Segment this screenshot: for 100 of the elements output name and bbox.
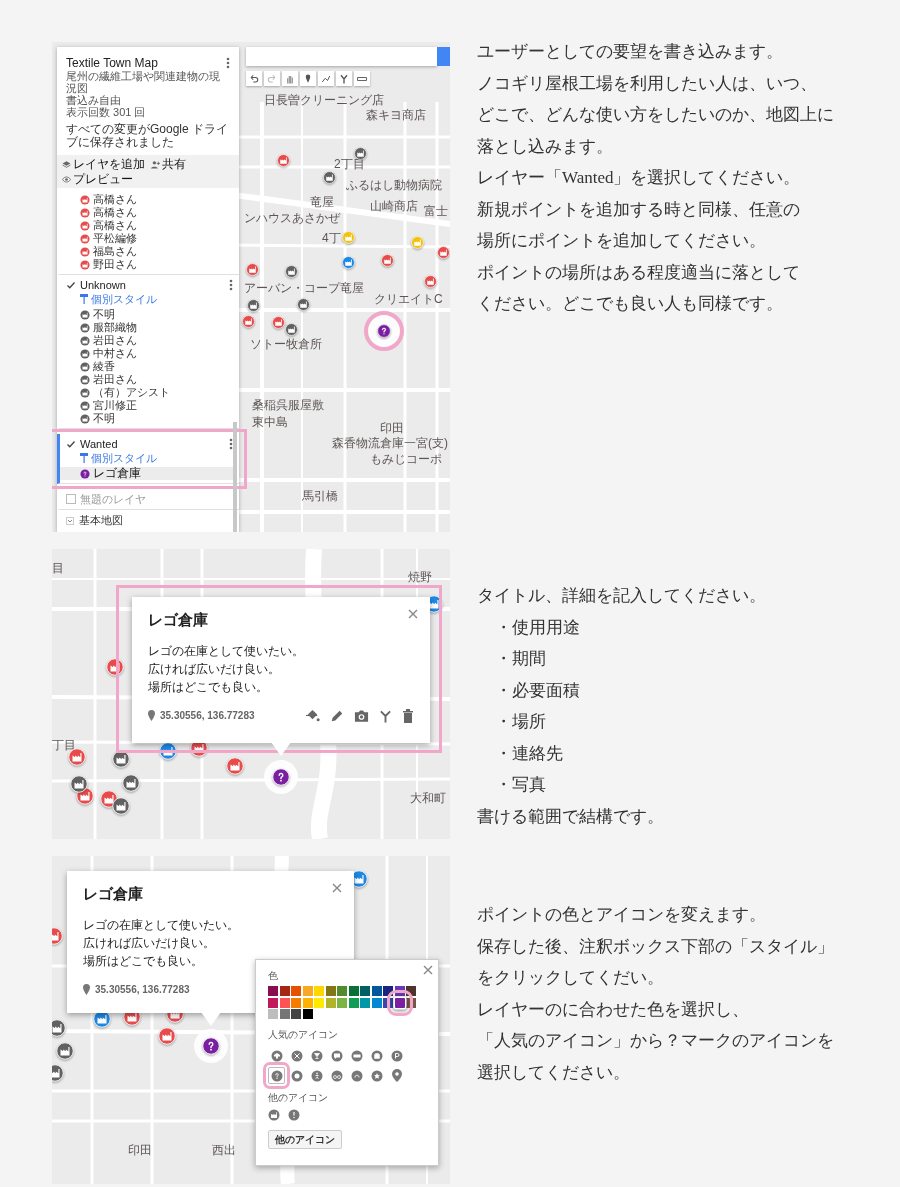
- color-swatch[interactable]: [279, 986, 290, 996]
- color-swatch[interactable]: [314, 986, 324, 996]
- color-swatch[interactable]: [314, 997, 324, 1008]
- color-swatch[interactable]: [348, 997, 359, 1008]
- color-swatch[interactable]: [279, 1009, 290, 1019]
- factory-marker-icon[interactable]: [70, 775, 88, 793]
- layer-item[interactable]: 不明: [60, 412, 233, 425]
- more-icon[interactable]: [226, 57, 230, 69]
- factory-marker-icon[interactable]: [56, 1042, 74, 1060]
- icon-option[interactable]: [268, 1109, 281, 1122]
- expand-toggle[interactable]: [66, 516, 74, 525]
- layer-item[interactable]: 宮川修正: [60, 399, 233, 412]
- layer-panel[interactable]: 高橋さん 高橋さん 高橋さん 平松編修 福島さん 野田さん: [57, 188, 239, 275]
- factory-marker-icon[interactable]: [52, 1019, 66, 1037]
- layer-item[interactable]: 高橋さん: [60, 193, 233, 206]
- factory-marker-icon[interactable]: [226, 757, 244, 775]
- factory-marker-icon[interactable]: [296, 297, 310, 311]
- layer-checkbox[interactable]: [66, 494, 76, 504]
- layer-item[interactable]: 高橋さん: [60, 219, 233, 232]
- toolbar-marker-button[interactable]: [300, 71, 316, 86]
- color-swatch[interactable]: [394, 997, 405, 1008]
- layer-item[interactable]: 綾香: [60, 360, 233, 373]
- more-icon[interactable]: [229, 438, 233, 450]
- style-link[interactable]: 個別スタイル: [60, 292, 239, 306]
- scrollbar[interactable]: [233, 422, 237, 532]
- camera-icon[interactable]: [354, 708, 369, 723]
- action-button[interactable]: 共有: [151, 157, 186, 171]
- layer-item[interactable]: 岩田さん: [60, 334, 233, 347]
- layer-item[interactable]: 野田さん: [60, 258, 233, 271]
- color-swatch[interactable]: [348, 986, 359, 996]
- color-swatch[interactable]: [325, 986, 336, 996]
- search-field[interactable]: [246, 47, 437, 66]
- layer-item[interactable]: 平松編修: [60, 232, 233, 245]
- color-swatch[interactable]: [406, 997, 416, 1008]
- factory-marker-icon[interactable]: [276, 153, 290, 167]
- color-swatch[interactable]: [268, 997, 278, 1008]
- color-swatch[interactable]: [291, 997, 301, 1008]
- pencil-icon[interactable]: [330, 708, 344, 723]
- layer-item[interactable]: レゴ倉庫: [60, 467, 233, 480]
- factory-marker-icon[interactable]: [284, 264, 298, 278]
- factory-marker-icon[interactable]: [112, 750, 130, 768]
- factory-marker-icon[interactable]: [410, 235, 424, 249]
- layer-panel[interactable]: Wanted 個別スタイル レゴ倉庫: [57, 434, 239, 484]
- layer-item[interactable]: 不明: [60, 308, 233, 321]
- factory-marker-icon[interactable]: [245, 262, 259, 276]
- factory-marker-icon[interactable]: [122, 774, 140, 792]
- factory-marker-icon[interactable]: [158, 1027, 176, 1045]
- layer-checkbox[interactable]: [66, 280, 76, 290]
- color-swatch[interactable]: [360, 997, 370, 1008]
- toolbar-undo-button[interactable]: [246, 71, 262, 86]
- trash-icon[interactable]: [402, 708, 414, 723]
- factory-marker-icon[interactable]: [423, 274, 437, 288]
- color-swatch[interactable]: [394, 986, 405, 996]
- question-marker-icon[interactable]: [272, 768, 290, 786]
- close-icon[interactable]: [423, 965, 433, 975]
- factory-marker-icon[interactable]: [436, 245, 450, 259]
- toolbar-route-button[interactable]: [336, 71, 352, 86]
- style-link[interactable]: 個別スタイル: [60, 451, 239, 465]
- question-marker-icon[interactable]: [202, 1037, 220, 1055]
- color-swatch[interactable]: [371, 997, 382, 1008]
- color-swatch[interactable]: [268, 1009, 278, 1019]
- paint-bucket-icon[interactable]: [305, 708, 320, 723]
- layer-item[interactable]: 高橋さん: [60, 206, 233, 219]
- factory-marker-icon[interactable]: [241, 314, 255, 328]
- factory-marker-icon[interactable]: [341, 255, 355, 269]
- factory-marker-icon[interactable]: [341, 230, 355, 244]
- color-swatch[interactable]: [291, 1009, 301, 1019]
- color-swatch[interactable]: [371, 986, 382, 996]
- factory-marker-icon[interactable]: [380, 253, 394, 267]
- factory-marker-icon[interactable]: [112, 797, 130, 815]
- color-swatch[interactable]: [406, 986, 416, 996]
- question-marker-icon[interactable]: [377, 324, 391, 338]
- color-swatch[interactable]: [279, 997, 290, 1008]
- factory-marker-icon[interactable]: [271, 315, 285, 329]
- factory-marker-icon[interactable]: [106, 658, 124, 676]
- action-button[interactable]: プレビュー: [62, 172, 133, 186]
- factory-marker-icon[interactable]: [246, 298, 260, 312]
- close-icon[interactable]: [332, 883, 342, 893]
- factory-marker-icon[interactable]: [353, 146, 367, 160]
- icon-option[interactable]: [288, 1109, 301, 1122]
- factory-marker-icon[interactable]: [284, 322, 298, 336]
- layer-item[interactable]: 中村さん: [60, 347, 233, 360]
- color-swatch[interactable]: [360, 986, 370, 996]
- color-swatch[interactable]: [302, 997, 313, 1008]
- color-swatch[interactable]: [291, 986, 301, 996]
- color-swatch[interactable]: [302, 1009, 313, 1019]
- color-swatch[interactable]: [383, 997, 393, 1008]
- color-swatch[interactable]: [383, 986, 393, 996]
- toolbar-draw-line-button[interactable]: [318, 71, 334, 86]
- toolbar-ruler-button[interactable]: [354, 71, 370, 86]
- color-swatch[interactable]: [337, 997, 347, 1008]
- route-icon[interactable]: [379, 708, 392, 723]
- close-icon[interactable]: [408, 609, 418, 619]
- layer-item[interactable]: 福島さん: [60, 245, 233, 258]
- color-swatch[interactable]: [325, 997, 336, 1008]
- layer-item[interactable]: 服部織物: [60, 321, 233, 334]
- color-swatch[interactable]: [337, 986, 347, 996]
- color-swatch[interactable]: [268, 986, 278, 996]
- action-button[interactable]: レイヤを追加: [62, 157, 145, 171]
- layer-item[interactable]: 岩田さん: [60, 373, 233, 386]
